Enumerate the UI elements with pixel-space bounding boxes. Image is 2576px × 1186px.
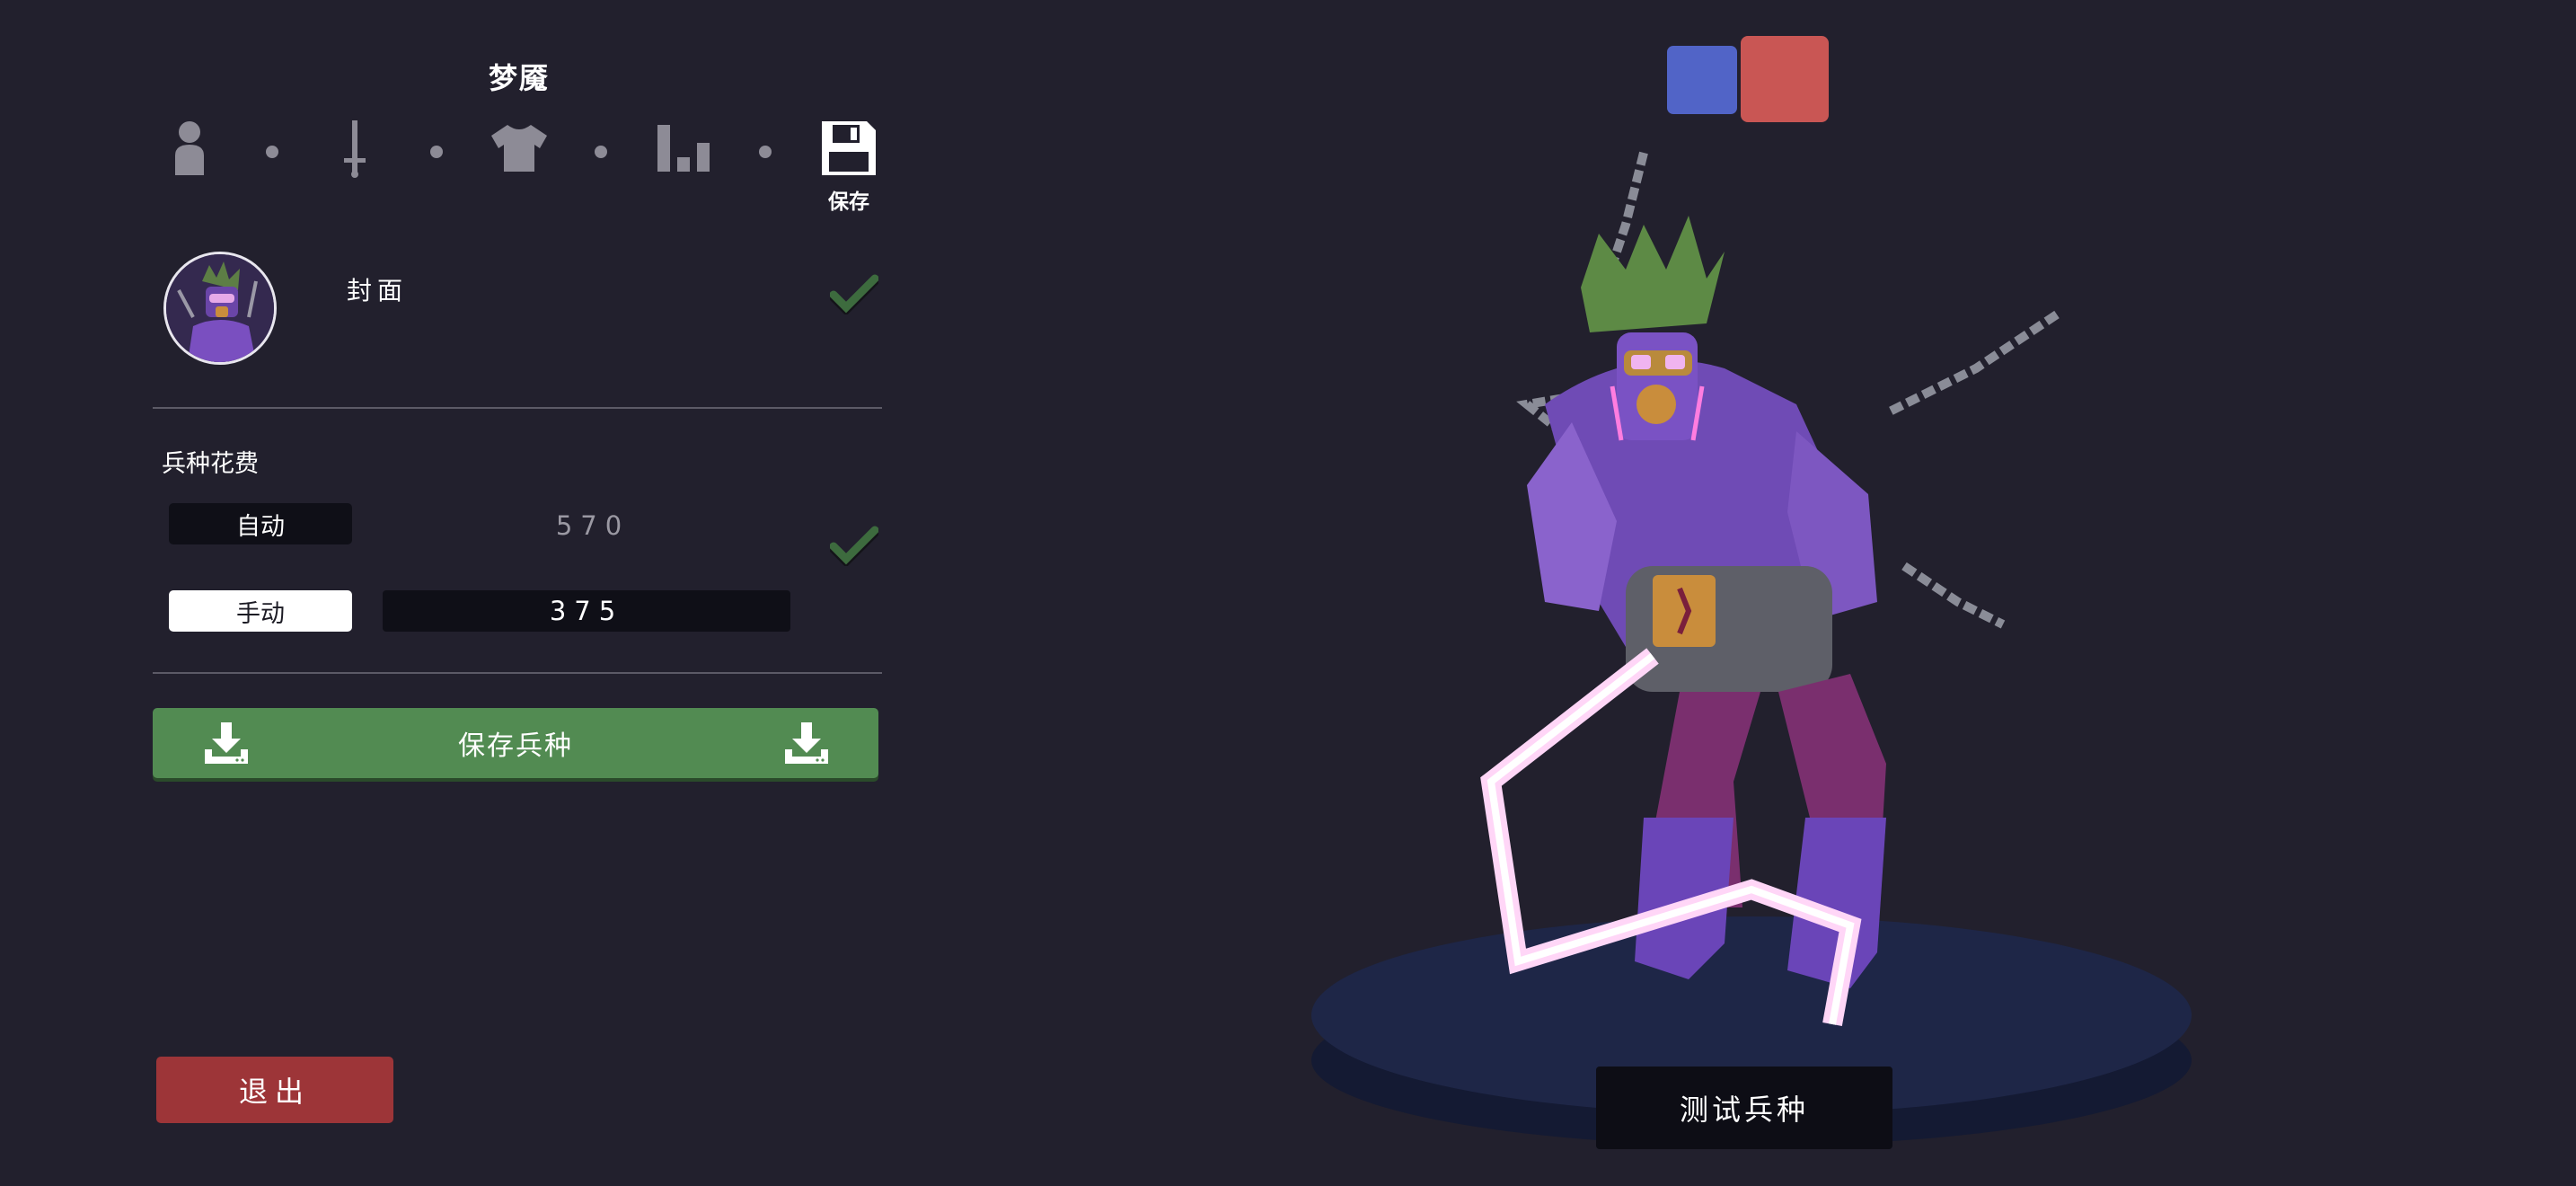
download-icon [203,721,250,766]
unit-name-title: 梦魇 [488,61,550,95]
manual-cost-button[interactable]: 手动 [169,590,352,632]
avatar[interactable] [163,252,277,365]
unit-preview-scene[interactable] [1257,135,2245,1168]
divider [153,407,882,409]
step-dot [430,146,443,158]
step-dot [595,146,607,158]
person-icon[interactable] [158,117,221,180]
shirt-icon[interactable] [488,117,551,180]
test-unit-button[interactable]: 测试兵种 [1596,1067,1892,1149]
step-dot [759,146,772,158]
auto-cost-value: 570 [555,510,631,541]
floppy-disk-icon[interactable] [817,117,880,180]
stats-icon[interactable] [652,117,715,180]
cover-label: 封面 [347,276,409,305]
download-icon [783,721,830,766]
auto-cost-button[interactable]: 自动 [169,503,352,544]
team-red-button[interactable] [1741,36,1829,122]
cost-title: 兵种花费 [162,450,259,478]
exit-button[interactable]: 退出 [156,1057,393,1123]
sword-icon[interactable] [323,117,386,180]
manual-cost-input[interactable]: 375 [383,590,790,632]
cost-check-icon[interactable] [828,525,880,568]
cover-check-icon[interactable] [828,273,880,316]
save-unit-button[interactable]: 保存兵种 [153,708,878,778]
save-step-label: 保存 [828,190,869,214]
save-unit-label: 保存兵种 [458,730,573,762]
divider [153,672,882,674]
step-dot [266,146,278,158]
team-blue-button[interactable] [1667,46,1737,114]
